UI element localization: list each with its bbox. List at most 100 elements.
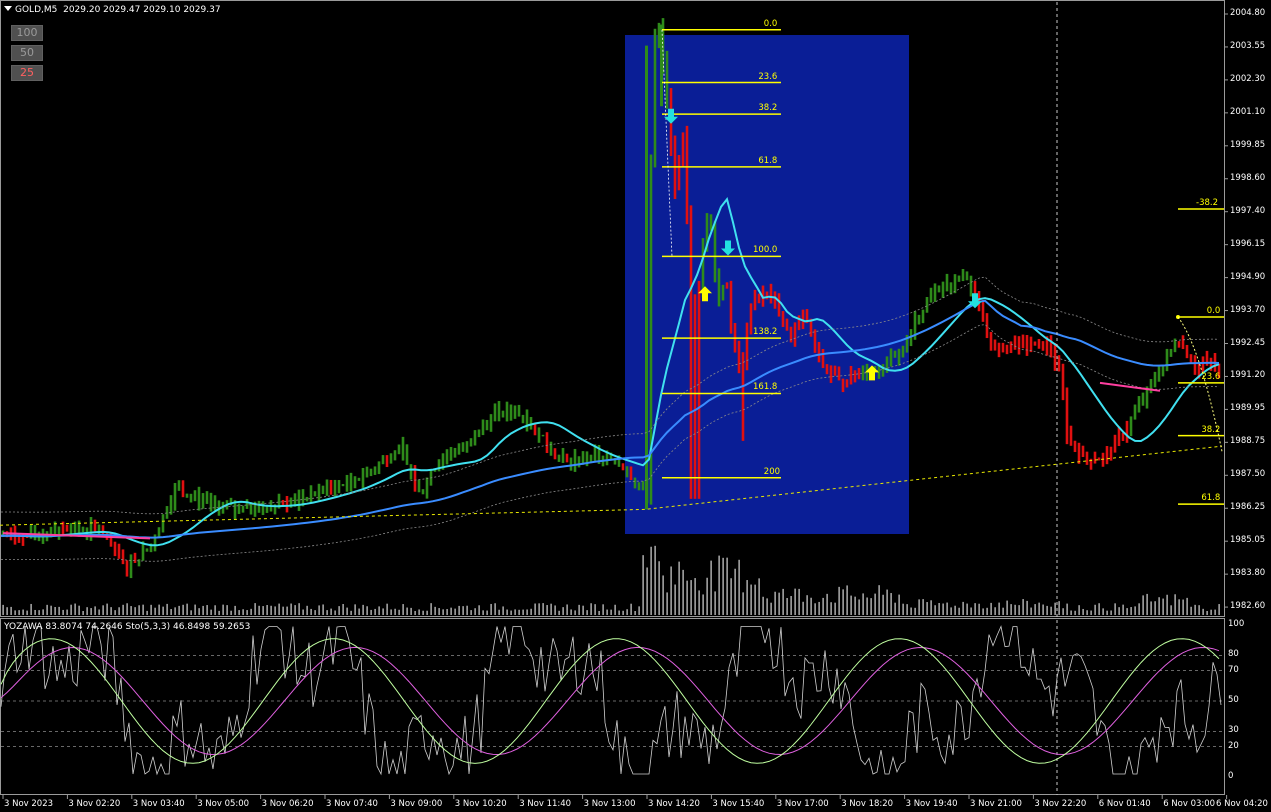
zoom-25-button[interactable]: 25 [11, 65, 43, 81]
volume-bar [106, 603, 108, 615]
candle-bar [1113, 434, 1117, 453]
candle-bar [1125, 420, 1129, 443]
volume-bar [574, 610, 576, 615]
candle-bar [1093, 451, 1097, 464]
volume-bar [626, 609, 628, 615]
volume-bar [1218, 604, 1220, 615]
volume-bar [434, 606, 436, 615]
volume-bar [590, 603, 592, 615]
volume-bar [1102, 608, 1104, 615]
candle-bar [1073, 440, 1077, 453]
volume-bar [82, 610, 84, 615]
volume-bar [270, 605, 272, 615]
volume-bar [934, 605, 936, 615]
candle-bar [421, 489, 425, 495]
candle-bar [1025, 334, 1029, 356]
time-tick-label: 3 Nov 11:40 [519, 799, 572, 809]
price-tick-label: 2003.55 [1230, 40, 1266, 51]
candle-bar [1129, 416, 1133, 437]
candle-bar [285, 495, 289, 513]
candle-bar [89, 516, 93, 541]
price-tick-label: 1982.60 [1230, 601, 1266, 612]
candle-bar [457, 443, 461, 455]
volume-bar [766, 598, 768, 615]
volume-bar [294, 605, 296, 615]
candle-bar [697, 280, 701, 499]
volume-bar [130, 606, 132, 615]
oscillator-tick-label: 50 [1228, 695, 1239, 705]
volume-bar [910, 607, 912, 615]
volume-bar [754, 584, 756, 615]
volume-bar [818, 601, 820, 615]
chart-canvas[interactable] [0, 0, 1271, 812]
volume-bar [326, 610, 328, 615]
candle-bar [749, 303, 753, 335]
volume-bar [822, 597, 824, 615]
candle-bar [1041, 341, 1045, 351]
candle-bar [369, 468, 373, 477]
candle-bar [1165, 348, 1169, 372]
candle-bar [825, 364, 829, 375]
volume-bar [338, 606, 340, 615]
volume-bar [1170, 605, 1172, 615]
volume-bar [170, 609, 172, 615]
chart-window[interactable]: GOLD,M5 2029.20 2029.47 2029.10 2029.37 … [0, 0, 1271, 812]
symbol-header: GOLD,M5 2029.20 2029.47 2029.10 2029.37 [4, 5, 221, 15]
volume-bar [334, 610, 336, 615]
yozawa-line [0, 625, 1222, 776]
candle-bar [317, 483, 321, 502]
volume-bar [146, 610, 148, 615]
volume-bar [46, 604, 48, 615]
main-pane-frame [0, 0, 1225, 617]
volume-bar [578, 604, 580, 615]
indicator-header: YOZAWA 83.8074 74.2646 Sto(5,3,3) 46.849… [4, 622, 251, 632]
candle-bar [689, 205, 693, 499]
volume-bar [490, 603, 492, 615]
volume-bar [86, 607, 88, 615]
candle-bar [561, 447, 565, 463]
volume-bar [282, 606, 284, 615]
candle-bar [937, 285, 941, 293]
volume-bar [66, 609, 68, 615]
volume-bar [610, 609, 612, 615]
volume-bar [594, 604, 596, 615]
volume-bar [762, 596, 764, 615]
candle-bar [693, 294, 697, 499]
price-tick-label: 2002.30 [1230, 73, 1266, 84]
candle-bar [385, 455, 389, 468]
volume-bar [750, 584, 752, 615]
volume-bar [674, 584, 676, 615]
candle-bar [521, 414, 525, 424]
volume-bar [1050, 606, 1052, 615]
candle-bar [1081, 445, 1085, 458]
fib-level-label: 61.8 [758, 155, 778, 166]
volume-bar [258, 605, 260, 615]
candle-bar [113, 541, 117, 557]
volume-bar [526, 609, 528, 615]
candle-bar [165, 506, 169, 519]
zoom-50-button[interactable]: 50 [11, 45, 43, 61]
volume-bar [1134, 606, 1136, 615]
candle-bar [925, 297, 929, 313]
upper-band-line [1, 276, 1220, 515]
slow-moving-average-line [1, 299, 1220, 539]
volume-bar [1070, 610, 1072, 615]
volume-bar [598, 610, 600, 615]
volume-bar [798, 588, 800, 615]
candle-bar [565, 453, 569, 463]
collapse-arrow-icon[interactable] [4, 6, 12, 11]
volume-bar [1054, 602, 1056, 615]
zoom-100-button[interactable]: 100 [11, 25, 43, 41]
volume-bar [166, 603, 168, 615]
volume-bar [426, 610, 428, 615]
volume-bar [730, 578, 732, 615]
candle-bar [81, 526, 85, 533]
candle-bar [1141, 392, 1145, 406]
candle-bar [889, 348, 893, 367]
candle-bar [517, 404, 521, 417]
candle-bar [157, 527, 161, 538]
time-tick-label: 3 Nov 17:00 [776, 799, 829, 809]
time-tick-label: 3 Nov 05:00 [197, 799, 250, 809]
candle-bar [181, 480, 185, 498]
volume-bar [230, 610, 232, 615]
